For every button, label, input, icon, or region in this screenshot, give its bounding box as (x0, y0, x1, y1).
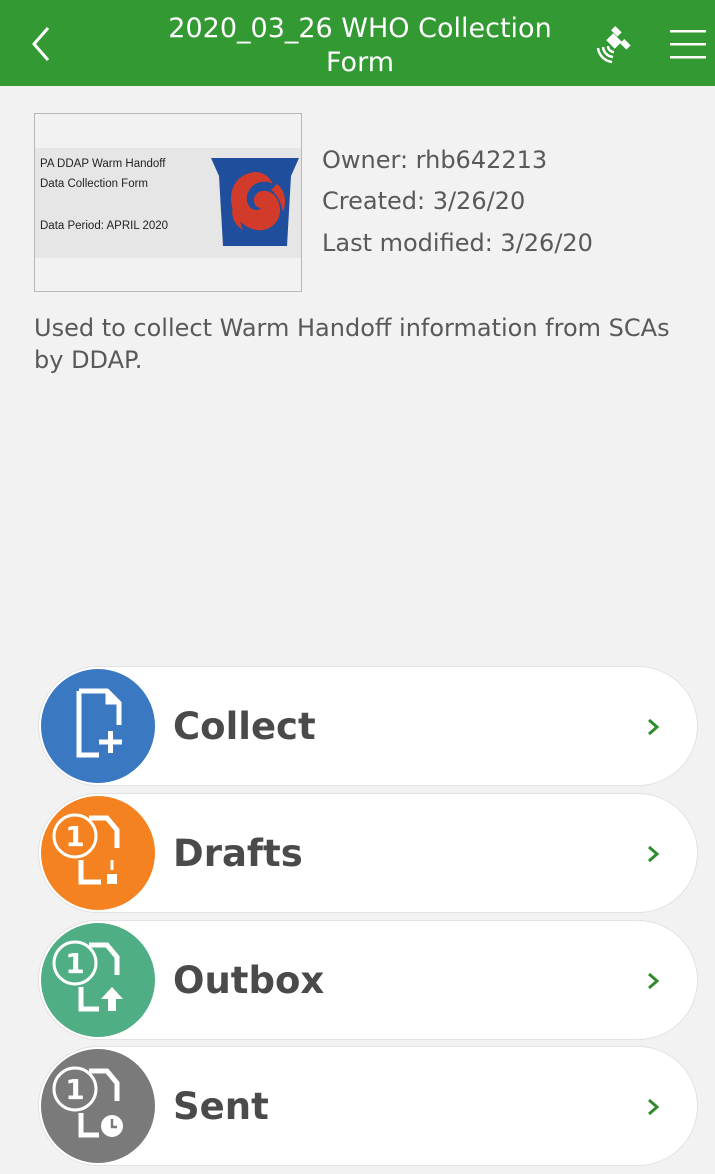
chevron-right-icon (648, 1098, 660, 1116)
collect-icon-circle (41, 669, 155, 783)
chevron-left-icon (32, 27, 50, 61)
collect-button[interactable]: Collect (38, 666, 698, 786)
survey-home-screen: 2020_03_26 WHO Collection Form PA DDAP W… (0, 0, 715, 1174)
sent-button[interactable]: 1 Sent (38, 1046, 698, 1166)
satellite-icon (596, 26, 631, 64)
last-modified-date: Last modified: 3/26/20 (322, 229, 593, 257)
hamburger-menu-button[interactable] (668, 24, 708, 64)
owner-text: Owner: rhb642213 (322, 146, 548, 174)
outbox-icon: 1 (52, 940, 123, 1012)
drafts-icon-circle: 1 (41, 796, 155, 910)
hamburger-menu-icon (670, 30, 706, 59)
sent-label: Sent (173, 1085, 269, 1128)
sent-badge: 1 (65, 1073, 84, 1106)
drafts-button[interactable]: 1 Drafts (38, 793, 698, 913)
chevron-right-icon (648, 972, 660, 990)
form-thumbnail: PA DDAP Warm Handoff Data Collection For… (34, 113, 302, 292)
outbox-label: Outbox (173, 959, 325, 1002)
page-title: 2020_03_26 WHO Collection Form (168, 13, 552, 78)
drafts-label: Drafts (173, 832, 303, 875)
thumbnail-line-1: PA DDAP Warm Handoff (40, 158, 166, 170)
drafts-icon: 1 (52, 813, 120, 885)
chevron-right-icon (648, 718, 660, 736)
app-header: 2020_03_26 WHO Collection Form (0, 0, 715, 86)
sent-icon-circle: 1 (41, 1049, 155, 1163)
collect-label: Collect (173, 705, 316, 748)
new-document-icon (76, 688, 122, 758)
sent-icon: 1 (52, 1066, 123, 1138)
thumbnail-line-2: Data Collection Form (40, 178, 149, 190)
form-description: Used to collect Warm Handoff information… (34, 314, 670, 374)
back-button[interactable] (22, 22, 62, 66)
outbox-badge: 1 (65, 947, 84, 980)
gps-button[interactable] (588, 22, 636, 70)
keystone-phoenix-logo (211, 158, 299, 246)
drafts-badge: 1 (65, 820, 84, 853)
created-date: Created: 3/26/20 (322, 187, 526, 215)
outbox-button[interactable]: 1 Outbox (38, 920, 698, 1040)
outbox-icon-circle: 1 (41, 923, 155, 1037)
chevron-right-icon (648, 845, 660, 863)
thumbnail-line-3: Data Period: APRIL 2020 (40, 220, 169, 232)
